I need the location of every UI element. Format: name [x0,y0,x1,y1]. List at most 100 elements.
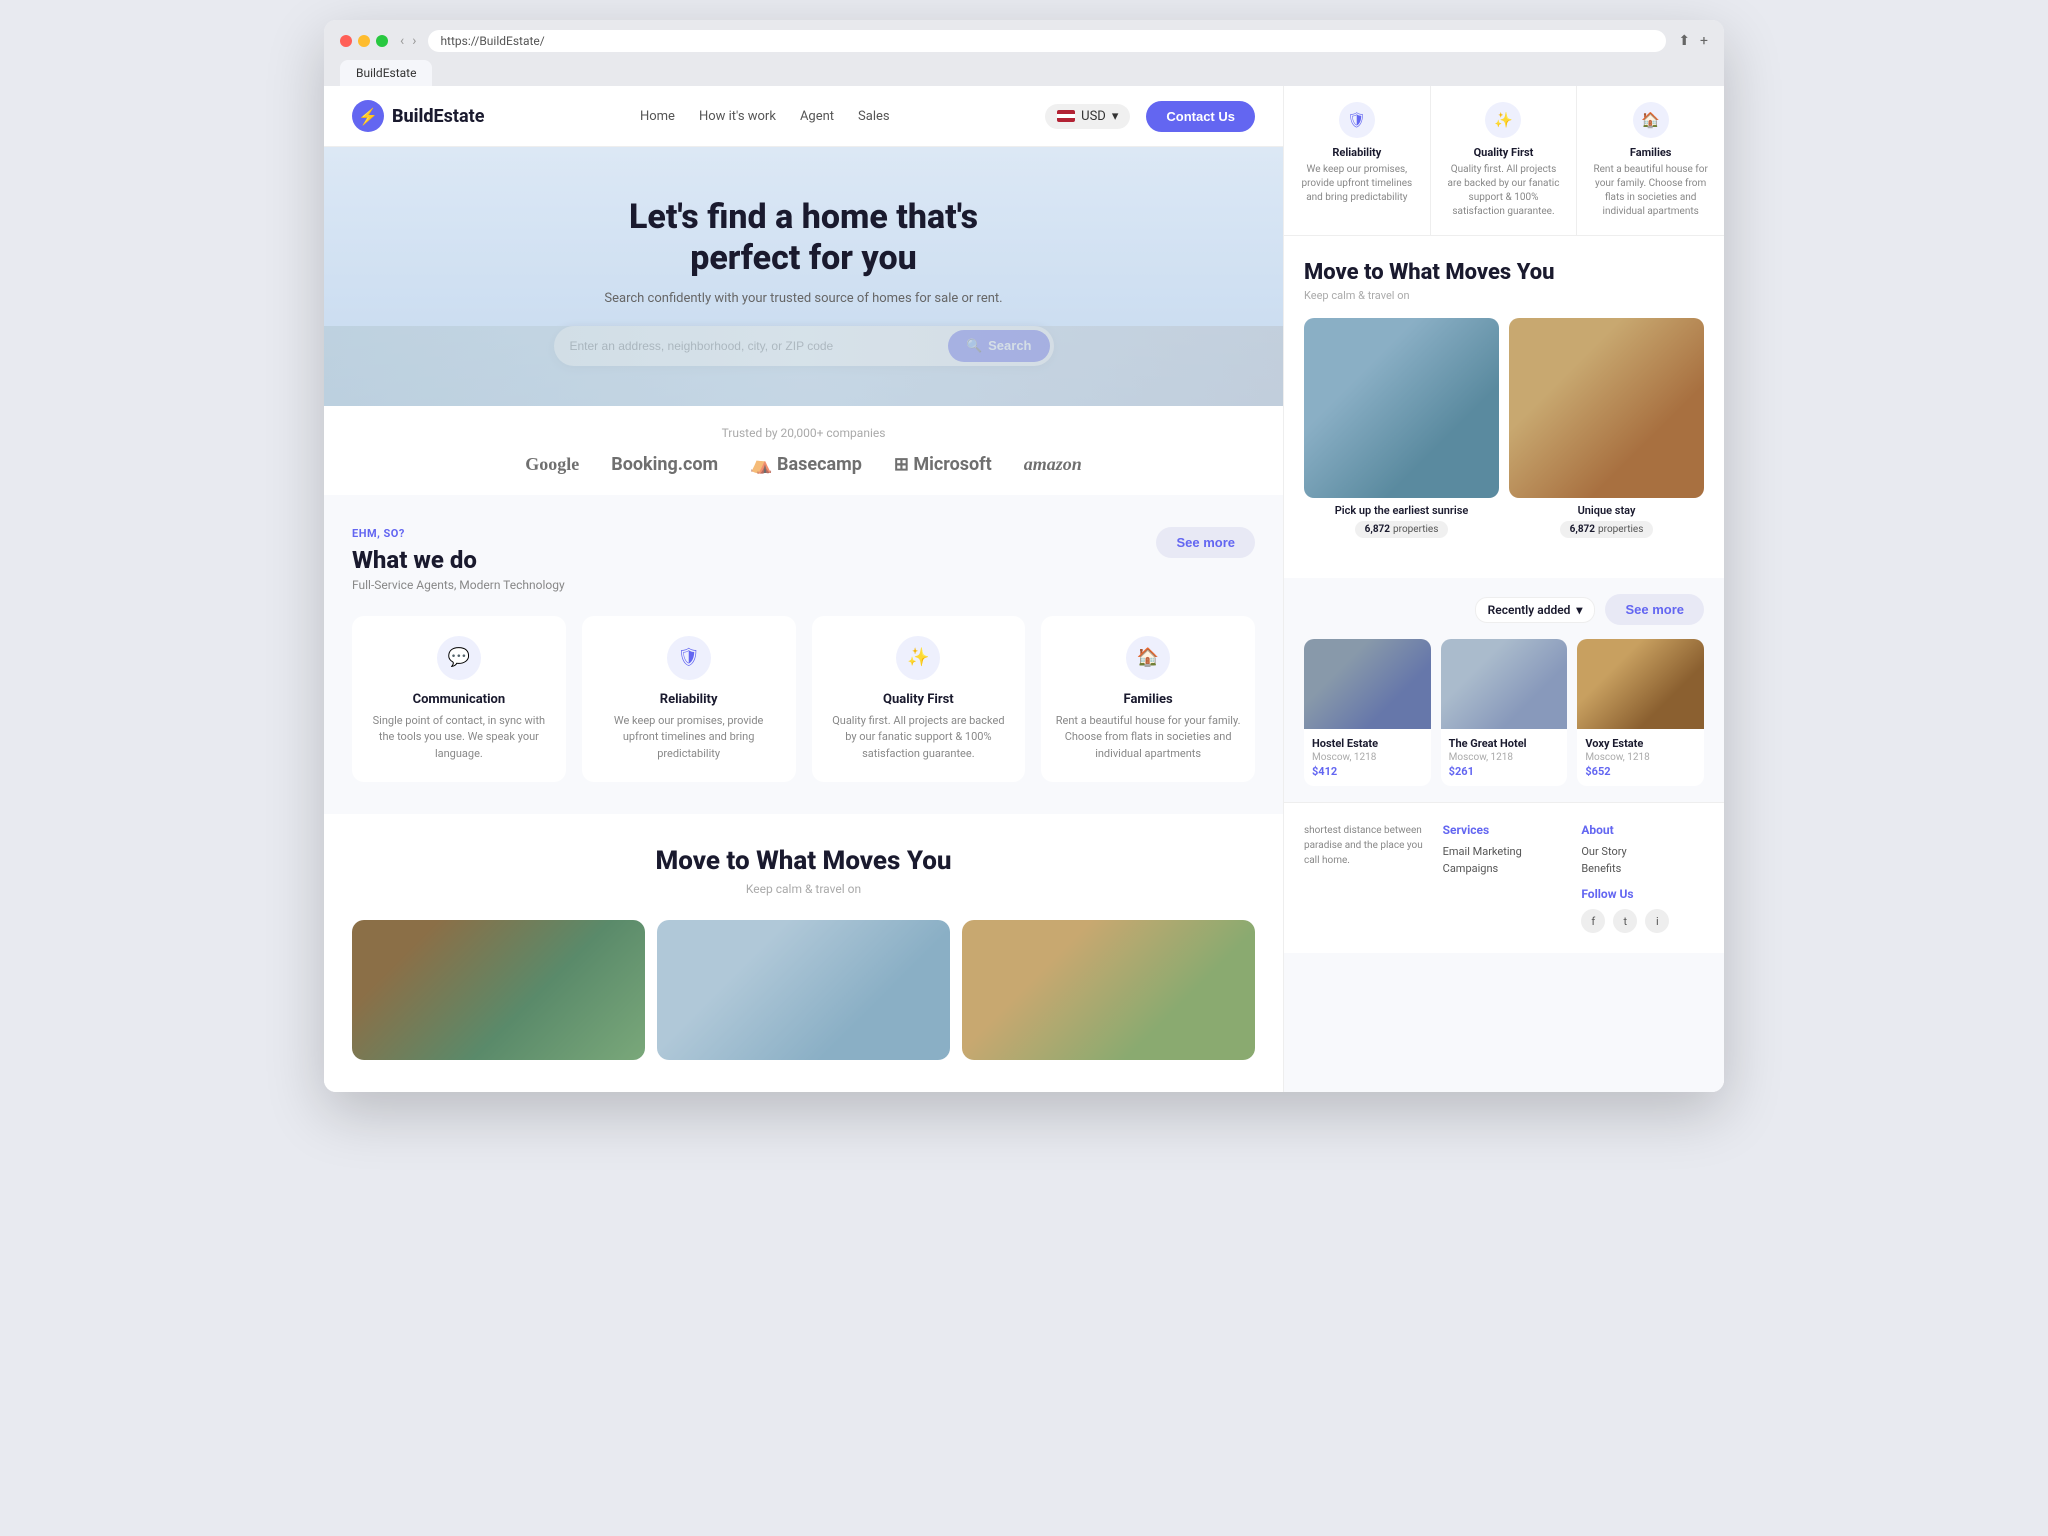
trust-logo-google: Google [525,454,579,475]
facebook-icon[interactable]: f [1581,909,1605,933]
right-top-cards: 🛡 Reliability We keep our promises, prov… [1284,86,1724,236]
move-image-1[interactable] [352,920,645,1060]
move-image-3[interactable] [962,920,1255,1060]
logo-text: BuildEstate [392,106,484,127]
twitter-icon[interactable]: t [1613,909,1637,933]
property-card-0[interactable]: Hostel Estate Moscow, 1218 $412 [1304,639,1431,786]
right-footer: shortest distance between paradise and t… [1284,802,1724,953]
contact-button[interactable]: Contact Us [1146,101,1255,132]
trust-label: Trusted by 20,000+ companies [352,426,1255,440]
right-move-image-2[interactable] [1509,318,1704,498]
right-card-title-0: Reliability [1296,146,1418,159]
new-tab-icon[interactable]: + [1700,33,1708,49]
right-icon-quality: ✨ [1485,102,1521,138]
property-info-0: Hostel Estate Moscow, 1218 $412 [1304,729,1431,786]
logo-icon: ⚡ [352,100,384,132]
feature-title-0: Communication [366,692,552,707]
see-more-button[interactable]: See more [1156,527,1255,558]
feature-card-quality: ✨ Quality First Quality first. All proje… [812,616,1026,783]
nav-agent[interactable]: Agent [800,109,834,124]
close-dot[interactable] [340,35,352,47]
recently-see-more-button[interactable]: See more [1605,594,1704,625]
right-move-images: Pick up the earliest sunrise 6,872 prope… [1304,318,1704,538]
footer-tagline-col: shortest distance between paradise and t… [1304,823,1427,933]
feature-icon-communication: 💬 [437,636,481,680]
move-images [352,920,1255,1060]
nav-links: Home How it's work Agent Sales [508,109,1021,124]
right-move-subtitle: Keep calm & travel on [1304,289,1704,302]
property-card-2[interactable]: Voxy Estate Moscow, 1218 $652 [1577,639,1704,786]
section-eyebrow: EHM, SO? [352,527,565,540]
properties-badge-2: 6,872 properties [1560,521,1654,538]
property-name-0: Hostel Estate [1312,737,1423,750]
footer-follow-title: Follow Us [1581,887,1704,901]
footer-services-item-1[interactable]: Campaigns [1443,862,1566,875]
footer-about-follow-col: About Our Story Benefits Follow Us f t i [1581,823,1704,933]
address-bar[interactable]: https://BuildEstate/ [428,30,1666,52]
feature-icon-families: 🏠 [1126,636,1170,680]
trust-logo-booking: Booking.com [611,454,718,475]
move-subtitle: Keep calm & travel on [352,882,1255,896]
property-card-1[interactable]: The Great Hotel Moscow, 1218 $261 [1441,639,1568,786]
right-icon-families: 🏠 [1633,102,1669,138]
hero-subtitle: Search confidently with your trusted sou… [604,291,1002,306]
right-move-card-2: Unique stay 6,872 properties [1509,318,1704,538]
site-wrapper: ⚡ BuildEstate Home How it's work Agent S… [324,86,1724,1092]
section-title: What we do [352,546,565,574]
right-icon-reliability: 🛡 [1339,102,1375,138]
feature-card-families: 🏠 Families Rent a beautiful house for yo… [1041,616,1255,783]
right-img-caption-1: Pick up the earliest sunrise [1304,504,1499,517]
property-price-0: $412 [1312,765,1423,778]
footer-services-item-0[interactable]: Email Marketing [1443,845,1566,858]
hero-section: Let's find a home that's perfect for you… [324,147,1283,406]
feature-title-2: Quality First [826,692,1012,707]
feature-icon-quality: ✨ [896,636,940,680]
recently-added-dropdown[interactable]: Recently added ▾ [1475,597,1596,623]
trust-logo-microsoft: ⊞ Microsoft [894,454,992,475]
footer-about-item-1[interactable]: Benefits [1581,862,1704,875]
minimize-dot[interactable] [358,35,370,47]
nav-sales[interactable]: Sales [858,109,890,124]
feature-desc-0: Single point of contact, in sync with th… [366,713,552,763]
browser-actions: ⬆ + [1678,33,1708,49]
browser-dots [340,35,388,47]
move-section: Move to What Moves You Keep calm & trave… [324,814,1283,1092]
currency-selector[interactable]: USD ▾ [1045,104,1130,129]
nav-home[interactable]: Home [640,109,675,124]
back-icon[interactable]: ‹ [400,33,404,49]
property-location-1: Moscow, 1218 [1449,752,1560,763]
what-we-do-section: EHM, SO? What we do Full-Service Agents,… [324,495,1283,815]
section-header-left: EHM, SO? What we do Full-Service Agents,… [352,527,565,592]
trust-logos: Google Booking.com ⛺ Basecamp ⊞ Microsof… [352,454,1255,475]
feature-desc-2: Quality first. All projects are backed b… [826,713,1012,763]
browser-tabs: BuildEstate [340,60,1708,86]
maximize-dot[interactable] [376,35,388,47]
navbar: ⚡ BuildEstate Home How it's work Agent S… [324,86,1283,147]
move-image-2[interactable] [657,920,950,1060]
chevron-down-icon: ▾ [1112,109,1119,124]
property-image-0 [1304,639,1431,729]
share-icon[interactable]: ⬆ [1678,33,1690,49]
property-image-2 [1577,639,1704,729]
forward-icon[interactable]: › [412,33,416,49]
right-card-title-1: Quality First [1443,146,1565,159]
hero-title: Let's find a home that's perfect for you [604,197,1004,279]
footer-about-section: About Our Story Benefits [1581,823,1704,875]
active-tab[interactable]: BuildEstate [340,60,432,86]
nav-how-it-works[interactable]: How it's work [699,109,776,124]
logo[interactable]: ⚡ BuildEstate [352,100,484,132]
social-icons: f t i [1581,909,1704,933]
footer-about-item-0[interactable]: Our Story [1581,845,1704,858]
recently-header: Recently added ▾ See more [1304,594,1704,625]
feature-icon-reliability: 🛡 [667,636,711,680]
feature-desc-3: Rent a beautiful house for your family. … [1055,713,1241,763]
right-move-image-1[interactable] [1304,318,1499,498]
flag-icon [1057,110,1075,122]
instagram-icon[interactable]: i [1645,909,1669,933]
feature-title-1: Reliability [596,692,782,707]
property-image-1 [1441,639,1568,729]
property-price-2: $652 [1585,765,1696,778]
right-move-title: Move to What Moves You [1304,260,1704,285]
trust-logo-basecamp: ⛺ Basecamp [750,454,862,475]
right-card-families: 🏠 Families Rent a beautiful house for yo… [1577,86,1724,235]
